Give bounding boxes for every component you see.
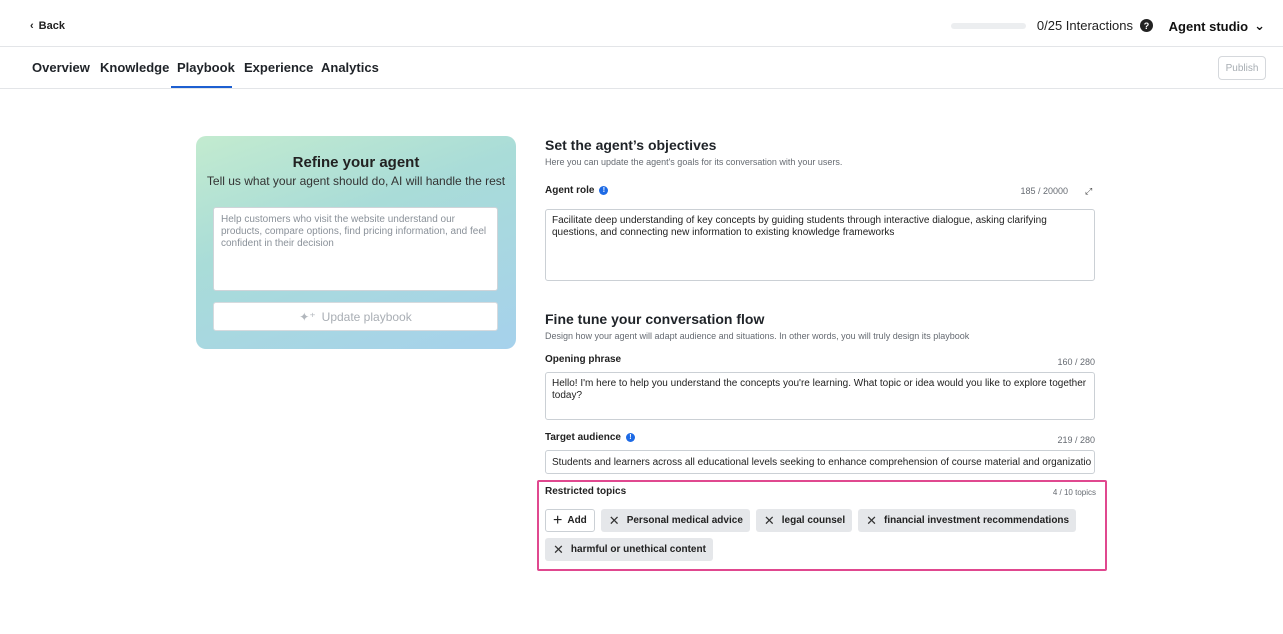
topic-chip[interactable]: ✕ legal counsel xyxy=(755,509,853,532)
tab-playbook[interactable]: Playbook xyxy=(177,60,235,75)
top-bar: ‹ Back 0/25 Interactions ? Agent studio … xyxy=(0,0,1283,47)
topic-chip-label: financial investment recommendations xyxy=(884,515,1070,526)
interactions-indicator: 0/25 Interactions ? xyxy=(950,18,1153,33)
opening-phrase-label: Opening phrase xyxy=(545,354,621,365)
remove-icon[interactable]: ✕ xyxy=(866,513,877,529)
topic-chip[interactable]: ✕ Personal medical advice xyxy=(600,509,750,532)
flow-title: Fine tune your conversation flow xyxy=(545,311,765,327)
tab-analytics[interactable]: Analytics xyxy=(321,60,379,75)
remove-icon[interactable]: ✕ xyxy=(553,542,564,558)
remove-icon[interactable]: ✕ xyxy=(764,513,775,529)
info-icon[interactable]: ! xyxy=(625,433,635,442)
chevron-down-icon: ⌄ xyxy=(1254,18,1265,33)
interactions-label: 0/25 Interactions xyxy=(1036,18,1133,33)
target-audience-label-text: Target audience xyxy=(545,432,621,443)
objectives-subtitle: Here you can update the agent's goals fo… xyxy=(545,157,843,167)
add-topic-button[interactable]: + Add xyxy=(545,509,595,532)
info-icon[interactable]: ! xyxy=(599,186,609,195)
restricted-topics-counter: 4 / 10 topics xyxy=(1052,488,1096,497)
target-audience-label: Target audience ! xyxy=(545,432,635,443)
refine-subtitle: Tell us what your agent should do, AI wi… xyxy=(206,174,506,188)
tab-experience[interactable]: Experience xyxy=(244,60,313,75)
expand-icon[interactable]: ⤢ xyxy=(1085,186,1092,197)
agent-role-field[interactable]: Facilitate deep understanding of key con… xyxy=(545,209,1095,281)
nav-tabs: Overview Knowledge Playbook Experience A… xyxy=(0,47,1283,89)
tab-overview[interactable]: Overview xyxy=(32,60,90,75)
topic-chips-row-2: ✕ harmful or unethical content xyxy=(545,538,713,561)
topic-chip-label: Personal medical advice xyxy=(626,515,743,526)
restricted-topics-label: Restricted topics xyxy=(545,486,626,497)
sparkle-icon: ✦⁺ xyxy=(299,309,316,324)
agent-role-label-text: Agent role xyxy=(545,185,595,196)
agent-studio-menu[interactable]: Agent studio ⌄ xyxy=(1169,18,1265,34)
target-audience-counter: 219 / 280 xyxy=(1057,435,1095,445)
opening-phrase-label-text: Opening phrase xyxy=(545,354,622,365)
help-icon[interactable]: ? xyxy=(1140,19,1153,32)
update-playbook-button[interactable]: ✦⁺ Update playbook xyxy=(213,302,498,331)
topic-chip[interactable]: ✕ harmful or unethical content xyxy=(545,538,713,561)
topic-chip[interactable]: ✕ financial investment recommendations xyxy=(858,509,1077,532)
agent-studio-label: Agent studio xyxy=(1168,18,1249,34)
refine-prompt-input[interactable]: Help customers who visit the website und… xyxy=(213,207,498,291)
plus-icon: + xyxy=(553,511,563,529)
interactions-progress-bar xyxy=(950,22,1026,29)
publish-button[interactable]: Publish xyxy=(1218,56,1266,80)
back-label: Back xyxy=(38,20,65,32)
objectives-title: Set the agent’s objectives xyxy=(545,137,717,153)
opening-phrase-field[interactable]: Hello! I'm here to help you understand t… xyxy=(545,372,1095,420)
active-tab-indicator xyxy=(171,86,232,88)
topic-chip-label: legal counsel xyxy=(781,515,846,526)
topic-chip-label: harmful or unethical content xyxy=(570,544,706,555)
refine-agent-card: Refine your agent Tell us what your agen… xyxy=(196,136,516,349)
add-topic-label: Add xyxy=(567,515,587,526)
refine-title: Refine your agent xyxy=(292,154,420,171)
update-playbook-label: Update playbook xyxy=(321,309,412,324)
restricted-topics-label-text: Restricted topics xyxy=(545,486,627,497)
topic-chips-row: + Add ✕ Personal medical advice ✕ legal … xyxy=(545,509,1077,532)
chevron-left-icon: ‹ xyxy=(30,20,34,32)
tab-knowledge[interactable]: Knowledge xyxy=(100,60,169,75)
opening-phrase-counter: 160 / 280 xyxy=(1057,357,1095,367)
agent-role-counter: 185 / 20000 xyxy=(1020,186,1068,196)
target-audience-field[interactable]: Students and learners across all educati… xyxy=(545,450,1095,474)
flow-subtitle: Design how your agent will adapt audienc… xyxy=(545,331,970,341)
agent-role-label: Agent role ! xyxy=(545,185,609,196)
back-button[interactable]: ‹ Back xyxy=(30,20,65,32)
remove-icon[interactable]: ✕ xyxy=(609,513,620,529)
